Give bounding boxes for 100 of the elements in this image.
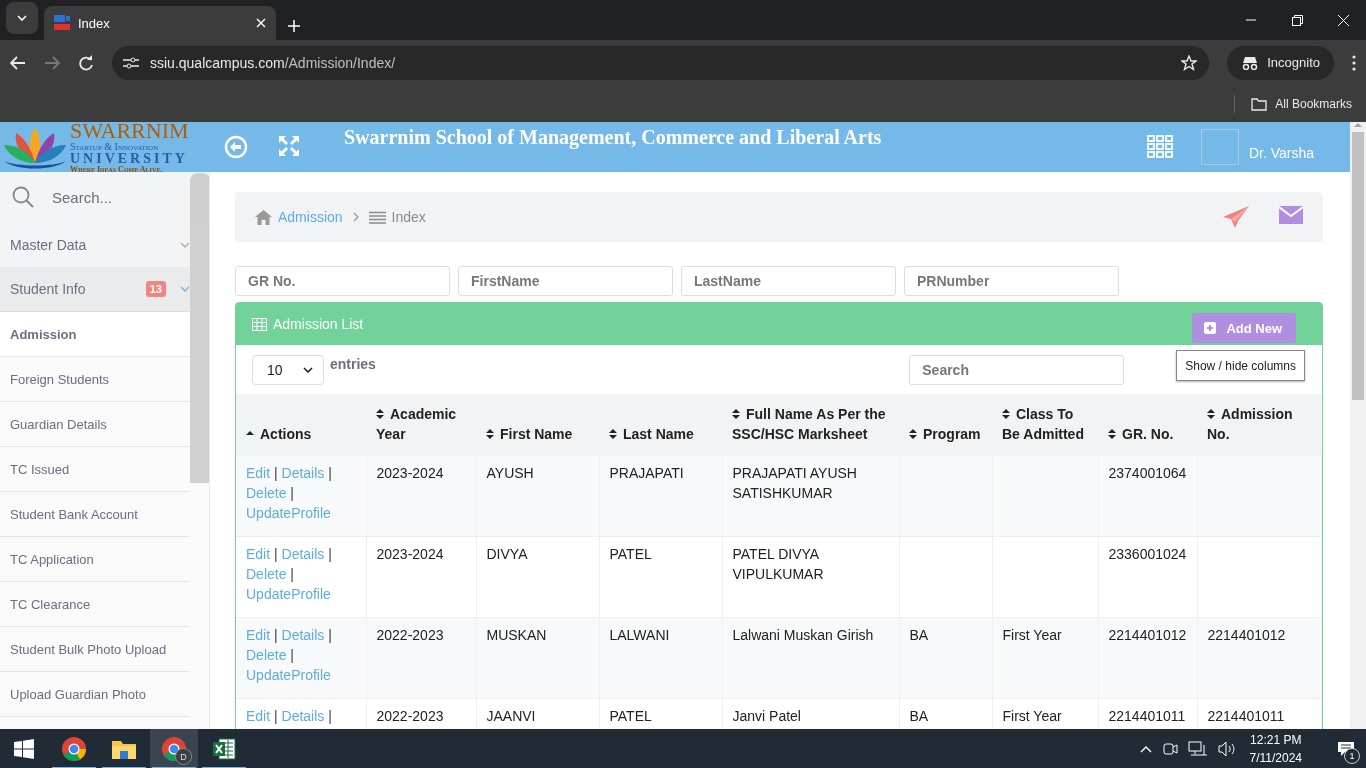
- chevron-up-icon[interactable]: [1139, 745, 1152, 753]
- column-header[interactable]: Actions: [236, 394, 366, 456]
- sidebar-item[interactable]: Student Bulk Photo Upload: [0, 627, 190, 672]
- separator: |: [328, 627, 332, 643]
- incognito-icon: [1241, 55, 1260, 70]
- sidebar-item[interactable]: TC Application: [0, 537, 190, 582]
- table-cell: 2214401011: [1108, 708, 1186, 724]
- count-badge: 13: [145, 281, 166, 297]
- all-bookmarks-button[interactable]: All Bookmarks: [1251, 97, 1352, 111]
- volume-icon[interactable]: [1217, 741, 1236, 757]
- table-cell: BA: [909, 627, 929, 643]
- column-header[interactable]: Full Name As Per the SSC/HSC Marksheet: [722, 394, 899, 456]
- table-cell: LALWANI: [609, 627, 670, 643]
- search-icon: [12, 186, 34, 208]
- plus-square-icon: [1204, 322, 1217, 334]
- card-title: Admission List: [273, 316, 364, 332]
- windows-icon: [14, 739, 34, 759]
- filter-field[interactable]: FirstName: [458, 266, 673, 296]
- plus-icon[interactable]: [288, 20, 300, 32]
- university-logo-text: SWARRNIM Startup & Innovation UNIVERSITY Where Ideas Come Alive.: [70, 120, 189, 174]
- list-icon: [368, 210, 386, 224]
- tab-list-button[interactable]: [6, 2, 38, 34]
- table-cell: JAANVI: [486, 708, 536, 724]
- sidebar-group[interactable]: Student Info 13: [0, 267, 190, 312]
- back-icon[interactable]: [10, 55, 26, 70]
- scrollbar-thumb[interactable]: [190, 173, 209, 483]
- close-icon[interactable]: [256, 18, 266, 28]
- sort-icon[interactable]: [486, 429, 494, 439]
- chevron-down-icon: [180, 286, 190, 292]
- sort-icon[interactable]: [1207, 409, 1215, 419]
- column-header[interactable]: Last Name: [599, 394, 722, 456]
- column-header[interactable]: Academic Year: [366, 394, 476, 456]
- close-icon[interactable]: [1337, 14, 1349, 26]
- table-cell: 2214401011: [1207, 708, 1285, 724]
- mail-icon[interactable]: [1279, 206, 1303, 224]
- sort-icon[interactable]: [1108, 429, 1116, 439]
- spreadsheet-icon[interactable]: [212, 737, 236, 761]
- browser-tab[interactable]: Index: [44, 6, 276, 40]
- separator: |: [274, 465, 278, 481]
- filter-field[interactable]: GR No.: [235, 266, 450, 296]
- column-header[interactable]: First Name: [476, 394, 599, 456]
- network-icon[interactable]: [1187, 741, 1208, 757]
- favicon-icon: [54, 15, 70, 31]
- chevron-down-icon: [180, 241, 190, 248]
- reload-icon[interactable]: [78, 54, 94, 71]
- table-cell: Janvi Patel: [732, 708, 801, 724]
- show-hide-columns-button[interactable]: Show / hide columns: [1176, 350, 1305, 381]
- table-search-field[interactable]: Search: [909, 354, 1125, 385]
- column-header[interactable]: Class To Be Admitted: [992, 394, 1098, 456]
- forward-icon[interactable]: [44, 55, 60, 70]
- table-cell: 2023-2024: [376, 546, 444, 562]
- separator: |: [328, 546, 332, 562]
- sort-icon[interactable]: [376, 409, 384, 419]
- address-bar[interactable]: ssiu.qualcampus.com/Admission/Index/: [112, 45, 1210, 80]
- separator: |: [274, 546, 278, 562]
- chevron-down-icon: [303, 366, 313, 373]
- column-header[interactable]: GR. No.: [1098, 394, 1197, 456]
- table-cell: PATEL DIVYA VIPULKUMAR: [732, 546, 824, 582]
- incognito-button[interactable]: Incognito: [1227, 45, 1334, 80]
- table-cell: DIVYA: [486, 546, 528, 562]
- sort-icon[interactable]: [909, 429, 917, 439]
- menu-icon[interactable]: [1352, 54, 1356, 71]
- table-cell: PATEL: [609, 546, 652, 562]
- table-cell: 2214401012: [1108, 627, 1187, 643]
- table-cell: 2214401012: [1207, 627, 1286, 643]
- restore-icon[interactable]: [1291, 14, 1303, 26]
- table-cell: First Year: [1002, 627, 1062, 643]
- profile-badge: D: [175, 748, 192, 765]
- table-cell: 2022-2023: [376, 708, 444, 724]
- table-cell: 2374001064: [1108, 465, 1187, 481]
- add-new-button[interactable]: Add New: [1192, 313, 1296, 343]
- page-size-select[interactable]: 10: [252, 354, 324, 385]
- sort-icon[interactable]: [732, 409, 740, 419]
- sort-icon[interactable]: [1002, 409, 1010, 419]
- notifications-button[interactable]: 1: [1326, 729, 1366, 768]
- browser-icon[interactable]: [61, 736, 87, 762]
- sidebar-item[interactable]: Upload Guardian Photo: [0, 672, 190, 717]
- sidebar-item[interactable]: Student Bank Account: [0, 492, 190, 537]
- table-cell: PRAJAPATI AYUSH SATISHKUMAR: [732, 465, 857, 501]
- sort-icon[interactable]: [609, 429, 617, 439]
- folder-icon: [1251, 97, 1268, 111]
- table-cell: 2336001024: [1108, 546, 1187, 562]
- sidebar-item[interactable]: Admission: [0, 312, 190, 357]
- scrollbar-thumb[interactable]: [1352, 132, 1364, 400]
- column-header[interactable]: Program: [899, 394, 992, 456]
- table-cell: MUSKAN: [486, 627, 547, 643]
- filter-field[interactable]: LastName: [681, 266, 896, 296]
- filter-field[interactable]: PRNumber: [904, 266, 1119, 296]
- camera-icon[interactable]: [1161, 741, 1178, 757]
- site-settings-icon[interactable]: [122, 55, 140, 70]
- table-cell: AYUSH: [486, 465, 534, 481]
- sidebar-group[interactable]: Master Data: [0, 222, 190, 267]
- taskbar-app[interactable]: D: [150, 729, 198, 768]
- table-cell: Lalwani Muskan Girish: [732, 627, 874, 643]
- sidebar-item[interactable]: TC Clearance: [0, 582, 190, 627]
- table-cell: 2022-2023: [376, 627, 444, 643]
- home-icon: [255, 209, 272, 225]
- clock[interactable]: 12:21 PM 7/11/2024: [1249, 731, 1302, 767]
- column-header[interactable]: Admission No.: [1197, 394, 1322, 456]
- star-icon[interactable]: [1181, 54, 1198, 71]
